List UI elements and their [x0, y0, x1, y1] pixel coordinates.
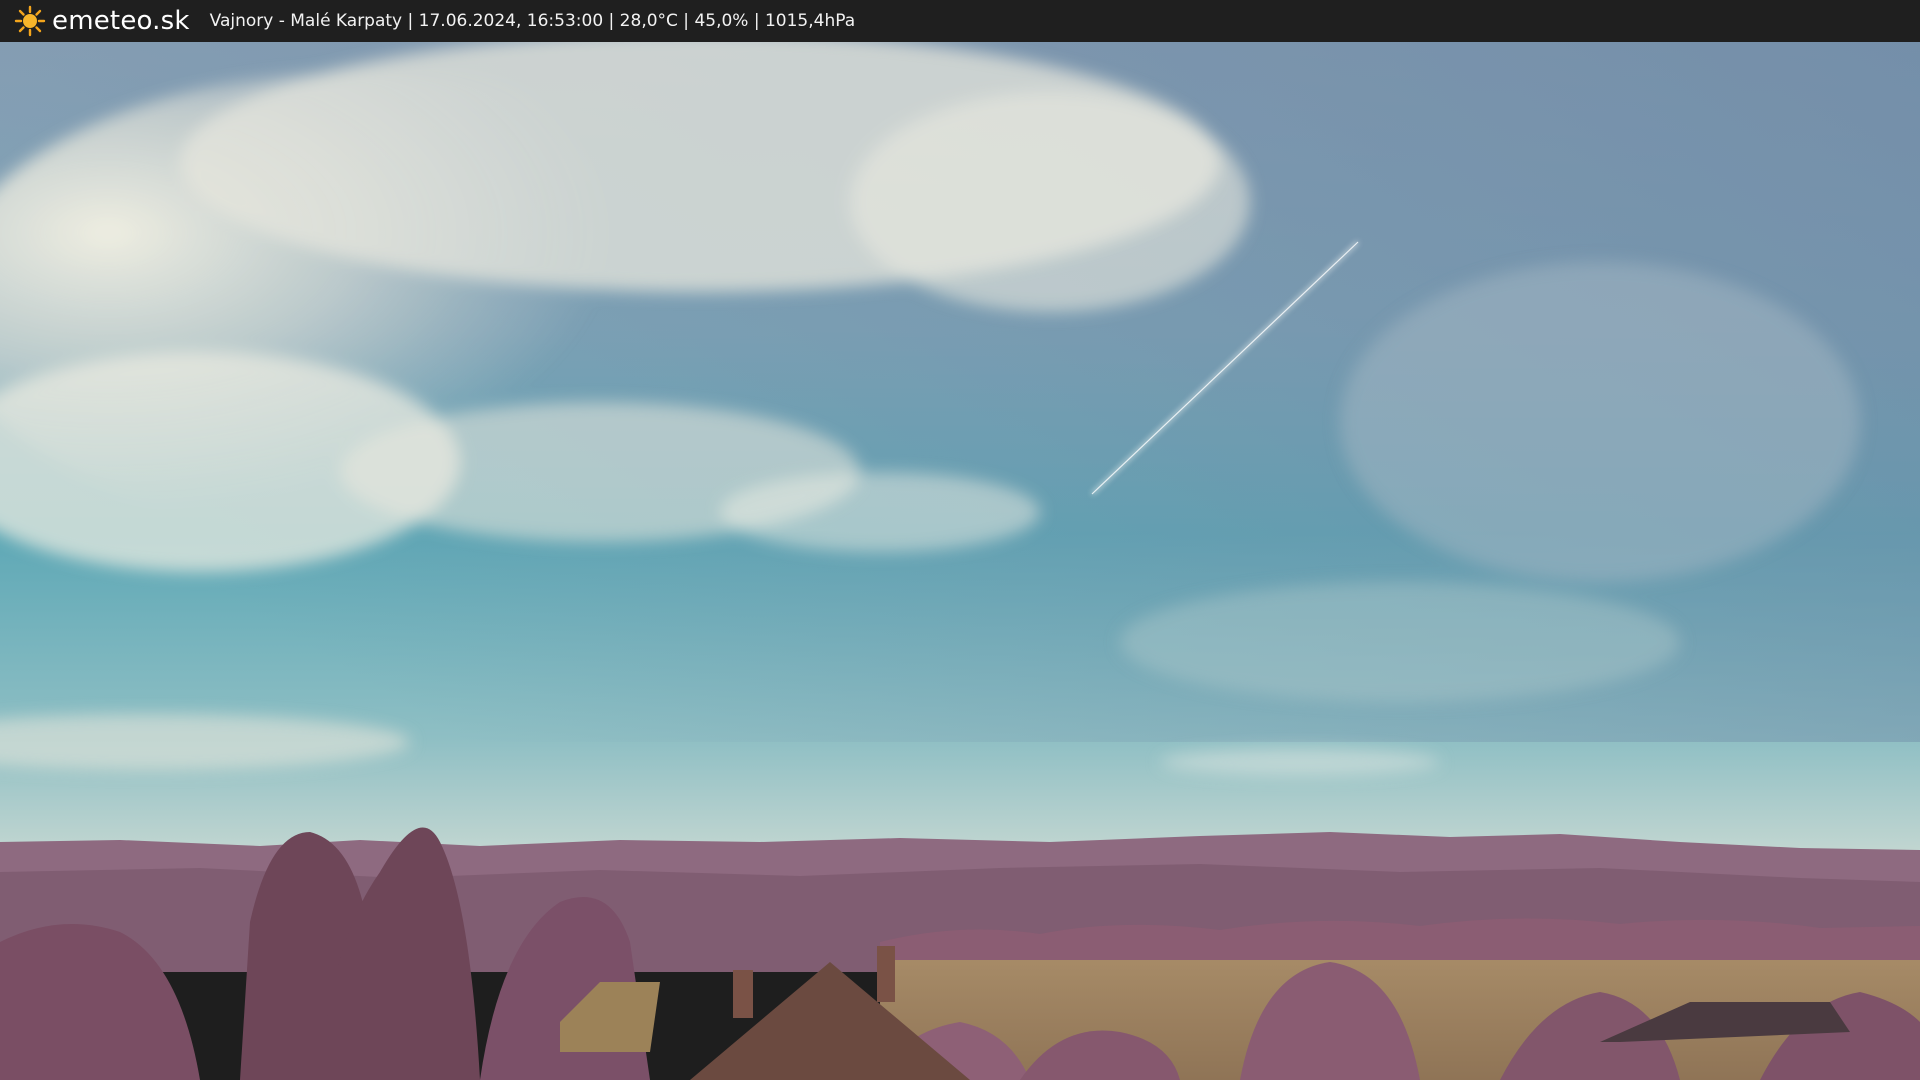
site-logo[interactable]: emeteo.sk [14, 5, 190, 37]
webcam-image [0, 42, 1920, 1080]
webcam-landscape [0, 42, 1920, 1080]
top-bar: emeteo.sk Vajnory - Malé Karpaty | 17.06… [0, 0, 1920, 42]
site-brand: emeteo.sk [52, 6, 190, 36]
sun-icon [14, 5, 46, 37]
webcam-caption: Vajnory - Malé Karpaty | 17.06.2024, 16:… [209, 11, 856, 31]
